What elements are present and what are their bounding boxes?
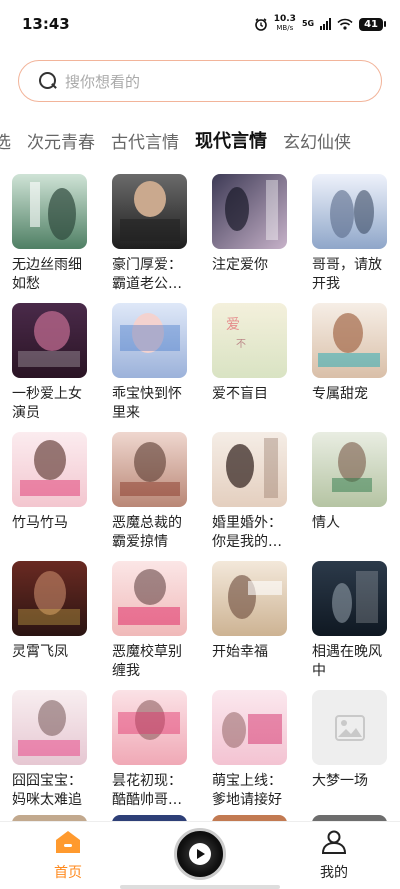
book-item[interactable]: 一秒爱上女演员 [12,303,100,421]
book-cover [112,561,187,636]
book-cover [312,432,387,507]
nav-home-label: 首页 [54,865,82,881]
book-item[interactable]: 恶魔校草别缠我 [112,561,200,679]
book-item[interactable]: 爱不 爱不盲目 [212,303,300,420]
tab-fantasy[interactable]: 玄幻仙侠 [283,128,351,153]
book-cover [312,174,387,249]
book-title: 昙花初现：酷酷帅哥… [112,773,182,808]
book-cover [12,174,87,249]
search-input[interactable]: 搜你想看的 [18,60,382,102]
status-bar: 13:43 10.3 MB/s 5G 41 [0,0,400,48]
image-placeholder-icon [334,714,365,741]
book-cover [212,432,287,507]
tab-selected[interactable]: 选 [0,128,11,153]
book-cover [212,561,287,636]
book-item[interactable]: 无边丝雨细如愁 [12,174,100,292]
book-cover: 爱不 [212,303,287,378]
wifi-icon [337,18,353,30]
book-title: 一秒爱上女演员 [12,386,82,421]
search-placeholder: 搜你想看的 [65,72,141,91]
book-title: 恶魔总裁的霸爱掠情 [112,515,182,550]
audio-player-button[interactable] [174,828,226,880]
nav-me-label: 我的 [320,865,348,881]
home-icon [56,831,80,853]
book-title: 恶魔校草别缠我 [112,644,182,679]
book-cover [12,432,87,507]
category-tabs: 选 次元青春 古代言情 现代言情 玄幻仙侠 [0,120,400,160]
book-title: 注定爱你 [212,257,268,273]
book-item[interactable]: 竹马竹马 [12,432,100,549]
svg-text:不: 不 [236,339,246,350]
book-title: 哥哥，请放开我 [312,257,382,292]
book-item[interactable]: 灵霄飞凤 [12,561,100,678]
book-title: 专属甜宠 [312,386,368,402]
book-title: 乖宝快到怀里来 [112,386,182,421]
user-icon [321,830,347,854]
book-title: 大梦一场 [312,773,368,789]
book-cover [112,432,187,507]
nav-home[interactable]: 首页 [40,830,96,882]
book-title: 囧囧宝宝：妈咪太难追 [12,773,82,808]
book-item[interactable]: 婚里婚外：你是我的… [212,432,300,550]
book-cover [12,561,87,636]
book-title: 相遇在晚风中 [312,644,382,679]
book-cover [12,690,87,765]
net-speed: 10.3 MB/s [273,14,296,33]
book-item[interactable]: 恶魔总裁的霸爱掠情 [112,432,200,550]
svg-text:爱: 爱 [226,317,240,333]
book-title: 灵霄飞凤 [12,644,68,660]
book-title: 情人 [312,515,340,531]
book-item[interactable]: 萌宝上线：爹地请接好 [212,690,300,808]
book-cover [212,690,287,765]
book-title: 竹马竹马 [12,515,68,531]
book-item[interactable]: 专属甜宠 [312,303,400,420]
battery-icon: 41 [359,17,386,31]
book-title: 开始幸福 [212,644,268,660]
book-cover [112,303,187,378]
bottom-nav: 首页 我的 [0,821,400,889]
book-item[interactable]: 情人 [312,432,400,549]
book-cover [312,303,387,378]
book-title: 豪门厚爱：霸道老公… [112,257,182,292]
signal-icon [320,18,332,30]
book-item[interactable]: 乖宝快到怀里来 [112,303,200,421]
book-title: 爱不盲目 [212,386,268,402]
book-item[interactable]: 囧囧宝宝：妈咪太难追 [12,690,100,808]
search-icon [39,72,57,90]
home-indicator [120,885,280,889]
book-item[interactable]: 注定爱你 [212,174,300,291]
alarm-icon [254,18,267,31]
book-item[interactable]: 相遇在晚风中 [312,561,400,679]
book-grid: 无边丝雨细如愁 豪门厚爱：霸道老公… 注定爱你 哥哥，请放开我 一秒爱上女演员 … [12,174,388,808]
book-item[interactable]: 昙花初现：酷酷帅哥… [112,690,200,808]
book-item[interactable]: 开始幸福 [212,561,300,678]
book-cover [312,561,387,636]
book-item[interactable]: 大梦一场 [312,690,400,807]
tab-modern-romance[interactable]: 现代言情 [195,127,267,153]
book-title: 萌宝上线：爹地请接好 [212,773,282,808]
nav-me[interactable]: 我的 [306,830,362,882]
status-time: 13:43 [22,15,70,33]
book-item[interactable]: 豪门厚爱：霸道老公… [112,174,200,292]
status-icons: 10.3 MB/s 5G 41 [254,15,386,33]
book-item[interactable]: 哥哥，请放开我 [312,174,400,292]
book-title: 婚里婚外：你是我的… [212,515,282,550]
book-cover [12,303,87,378]
network-type: 5G [301,19,315,28]
book-cover [212,174,287,249]
book-cover [112,690,187,765]
tab-ancient-romance[interactable]: 古代言情 [111,128,179,153]
book-cover [112,174,187,249]
play-icon [189,843,211,865]
book-cover-placeholder [312,690,387,765]
book-title: 无边丝雨细如愁 [12,257,82,292]
tab-youth[interactable]: 次元青春 [27,128,95,153]
